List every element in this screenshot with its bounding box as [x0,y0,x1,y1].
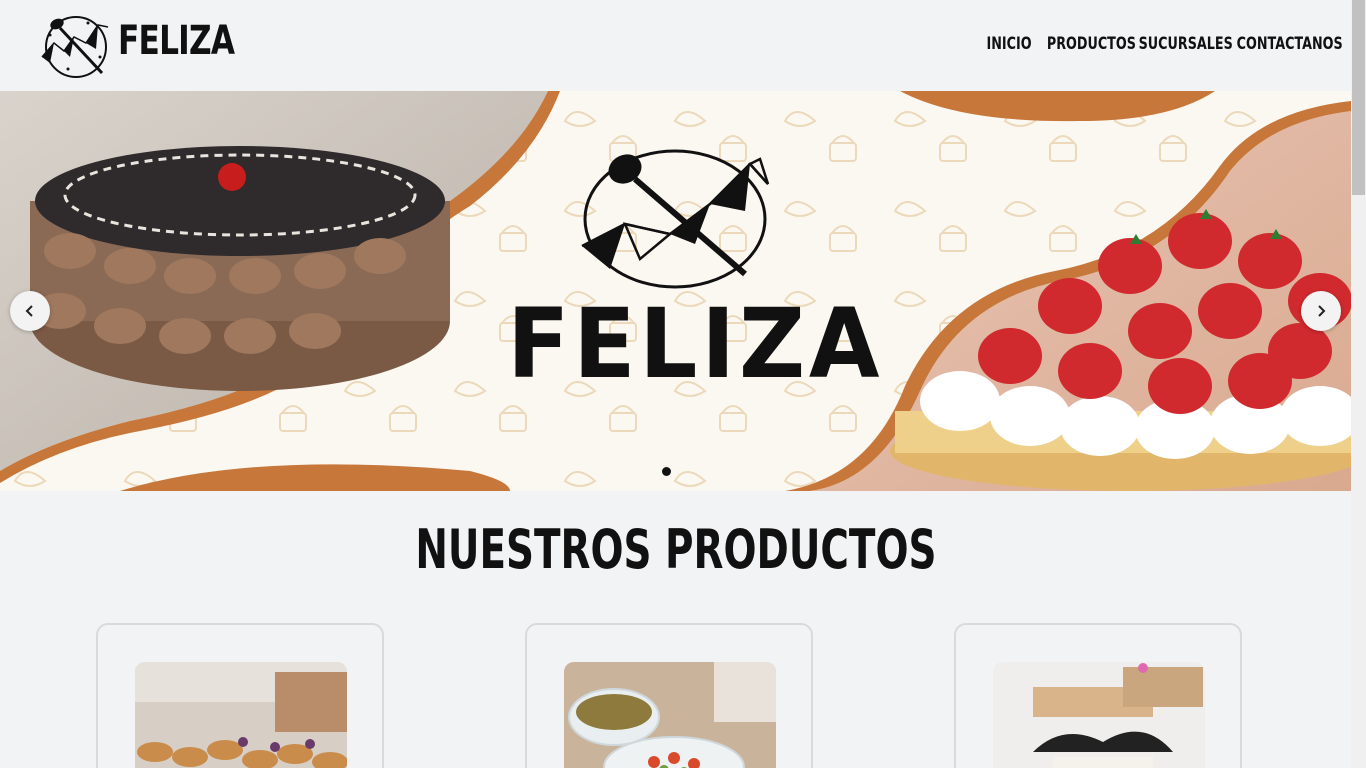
nav-item-contactanos[interactable]: CONTACTANOS [1237,34,1343,54]
pastries-display-photo [135,662,347,768]
main-nav: INICIO PRODUCTOS SUCURSALES CONTACTANOS [982,34,1343,54]
site-header: FELIZA INICIO PRODUCTOS SUCURSALES CONTA… [0,0,1351,91]
nav-item-label: PRODUCTOS [1046,34,1136,54]
nav-item-inicio[interactable]: INICIO [987,34,1032,54]
nav-item-productos[interactable]: PRODUCTOS [1047,34,1136,54]
carousel-prev-button[interactable] [10,291,50,331]
banner-brand-text: FELIZA [507,288,884,400]
carousel-indicators [662,467,671,476]
page-scrollbar[interactable] [1351,0,1366,768]
nav-item-label: CONTACTANOS [1236,34,1343,54]
nav-item-label: INICIO [986,34,1032,54]
chevron-left-icon [25,305,33,317]
feliza-logo-icon[interactable] [40,13,110,79]
nav-item-sucursales[interactable]: SUCURSALES [1139,34,1233,54]
carousel-indicator-dot[interactable] [662,467,671,476]
product-card-gift-cake[interactable] [954,623,1242,768]
scrollbar-thumb[interactable] [1352,0,1365,195]
salads-photo [564,662,776,768]
product-card-pastries[interactable] [96,623,384,768]
hero-carousel: FELIZA [0,91,1351,491]
nav-item-label: SUCURSALES [1138,34,1233,54]
chevron-right-icon [1318,305,1326,317]
products-title-text: NUESTROS PRODUCTOS [414,518,937,581]
product-card-salads[interactable] [525,623,813,768]
gift-cake-photo [993,662,1205,768]
products-section-title: NUESTROS PRODUCTOS [0,518,1351,581]
brand-name[interactable]: FELIZA [118,18,235,64]
carousel-next-button[interactable] [1301,291,1341,331]
